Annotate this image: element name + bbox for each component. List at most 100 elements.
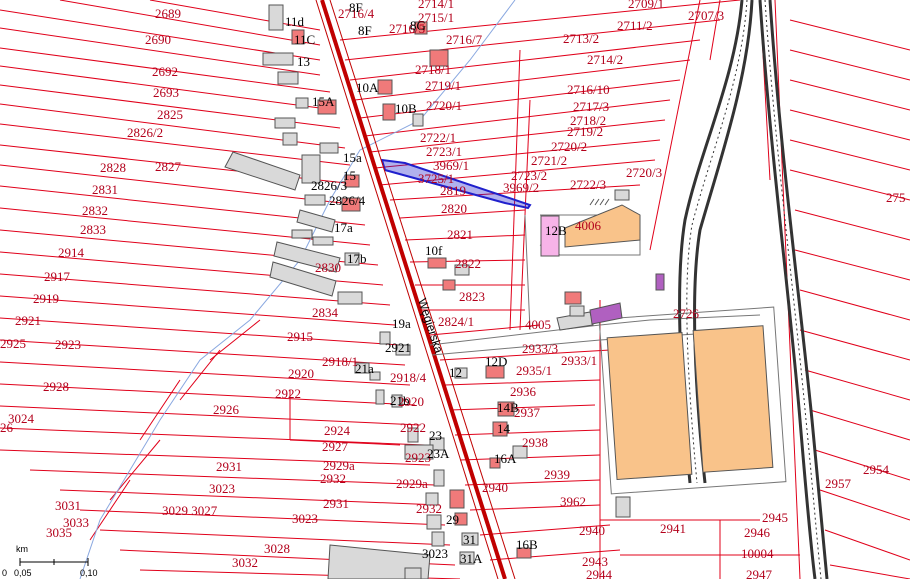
parcel-number-37: 2716/7 [446, 32, 483, 47]
parcel-number-68: 2726 [673, 306, 700, 321]
building-number-17: 19a [392, 316, 411, 331]
parcel-number-27: 3023 [292, 511, 318, 526]
parcel-number-86: 2939 [544, 467, 570, 482]
parcel-number-98: 10004 [741, 546, 774, 561]
parcel-number-16: 2923 [55, 337, 81, 352]
building-number-26: 23A [427, 446, 450, 461]
parcel-number-40: 2718/1 [415, 62, 451, 77]
building-number-12: 2826/4 [329, 193, 366, 208]
parcel-number-41: 2719/1 [425, 78, 461, 93]
parcel-number-56: 2819 [440, 183, 466, 198]
parcel-number-88: 2929a [396, 476, 428, 491]
scale-unit: km [16, 544, 28, 554]
parcel-number-19: 26 [0, 420, 14, 435]
building-number-18: 2921 [385, 340, 411, 355]
scale-tick-1: 0,05 [14, 568, 32, 578]
parcel-number-55: 2722/3 [570, 177, 606, 192]
parcel-number-38: 2713/2 [563, 31, 599, 46]
parcel-number-21: 2931 [216, 459, 242, 474]
parcel-number-5: 2826/2 [127, 125, 163, 140]
building-number-31: 16B [516, 537, 538, 552]
parcel-number-26: 3035 [46, 525, 72, 540]
building-number-14: 17b [347, 251, 367, 266]
parcel-number-85: 2932 [320, 471, 346, 486]
parcel-number-20: 2926 [213, 402, 240, 417]
parcel-number-17: 2928 [43, 379, 69, 394]
parcel-number-75: 2918/4 [390, 370, 427, 385]
parcel-number-74: 2920 [288, 366, 314, 381]
building-number-30: 31A [460, 551, 483, 566]
parcel-number-12: 2917 [44, 269, 71, 284]
parcel-number-14: 2921 [15, 313, 41, 328]
parcel-number-83: 2927 [322, 439, 349, 454]
parcel-number-34: 2711/2 [617, 18, 653, 33]
building-number-23: 14B [497, 400, 519, 415]
parcel-number-80: 2924 [324, 423, 351, 438]
parcel-number-101: 2947 [746, 567, 773, 579]
building-number-6: 10A [356, 80, 379, 95]
cadastral-map[interactable]: 2689 2690 2692 2693 2825 2826/2 2828 2827 2831 28… [0, 0, 910, 579]
parcel-number-6: 2828 [100, 160, 126, 175]
building-purple-small[interactable] [655, 273, 665, 291]
parcel-number-46: 2719/2 [567, 124, 603, 139]
scale-tick-0: 0 [2, 568, 7, 578]
building-number-29: 31 [463, 532, 476, 547]
building-number-32: 3023 [422, 546, 448, 561]
parcel-number-8: 2831 [92, 182, 118, 197]
parcel-number-70: 2933/3 [522, 341, 558, 356]
building-number-8: 15A [312, 94, 335, 109]
building-number-3: 8F [349, 0, 363, 15]
parcel-number-72: 2933/1 [561, 353, 597, 368]
building-number-0: 11d [285, 14, 305, 29]
parcel-number-64: 2823 [459, 289, 485, 304]
building-number-19: 21a [355, 361, 374, 376]
parcel-number-24: 3029 3027 [162, 503, 218, 518]
parcel-number-15: 2925 [0, 336, 26, 351]
parcel-number-48: 2720/2 [551, 139, 587, 154]
parcel-number-60: 275 [886, 190, 906, 205]
building-number-2: 13 [297, 54, 310, 69]
parcel-number-81: 2922 [400, 420, 426, 435]
building-number-22: 21b [390, 393, 410, 408]
building-number-5: 8G [410, 18, 426, 33]
parcel-number-42: 2716/10 [567, 82, 610, 97]
parcel-number-69: 2915 [287, 329, 313, 344]
parcel-number-47: 2722/1 [420, 130, 456, 145]
parcel-number-0: 2689 [155, 6, 181, 21]
parcel-number-52: 2720/3 [626, 165, 662, 180]
parcel-number-76: 2922 [275, 386, 301, 401]
parcel-number-66: 2824/1 [438, 314, 474, 329]
parcel-number-67: 4005 [525, 317, 551, 332]
depot-hall-west[interactable] [606, 332, 693, 481]
parcel-number-59: 4006 [575, 218, 602, 233]
parcel-number-91: 2931 [323, 496, 349, 511]
parcel-number-62: 2822 [455, 256, 481, 271]
parcel-number-73: 2935/1 [516, 363, 552, 378]
parcel-number-100: 2944 [586, 567, 613, 579]
parcel-number-95: 2941 [660, 521, 686, 536]
parcel-number-22: 3023 [209, 481, 235, 496]
building-number-21: 12D [485, 354, 507, 369]
parcel-number-4: 2825 [157, 107, 183, 122]
parcel-number-28: 3028 [264, 541, 290, 556]
parcel-number-35: 2707/3 [688, 8, 724, 23]
parcel-number-11: 2914 [58, 245, 85, 260]
scale-tick-2: 0,10 [80, 568, 98, 578]
parcel-number-57: 3969/2 [503, 180, 539, 195]
parcel-number-61: 2821 [447, 227, 473, 242]
parcel-number-78: 2936 [510, 384, 537, 399]
building-number-28: 29 [446, 512, 459, 527]
parcel-number-3: 2693 [153, 85, 179, 100]
building-number-25: 23 [429, 428, 442, 443]
parcel-number-39: 2714/2 [587, 52, 623, 67]
parcel-number-63: 2830 [315, 260, 341, 275]
building-number-24: 14 [497, 421, 511, 436]
parcel-number-94: 2945 [762, 510, 788, 525]
depot-hall-east[interactable] [692, 325, 774, 473]
parcel-number-13: 2919 [33, 291, 59, 306]
parcel-number-90: 2957 [825, 476, 852, 491]
building-number-7: 10B [395, 101, 417, 116]
parcel-number-92: 3962 [560, 494, 586, 509]
parcel-number-9: 2832 [82, 203, 108, 218]
building-number-13: 17a [334, 220, 353, 235]
